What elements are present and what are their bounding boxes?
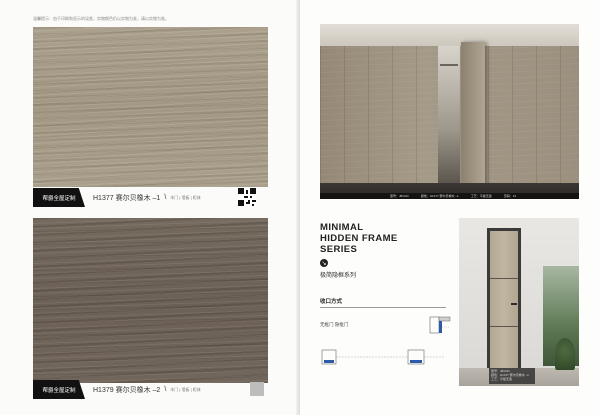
- series-title: MINIMAL HIDDEN FRAME SERIES: [320, 222, 398, 255]
- door-groove: [490, 326, 518, 327]
- photo-caption-bar: 型号：JB-K01 颜色：H1377 赛尔贝橡木 –1 工艺：平板无造 页码：1…: [320, 193, 579, 199]
- divider-slash: \: [164, 386, 167, 393]
- color-disclaimer-note: 温馨提示：由于印刷和显示的误差，实物颜色仍以实物为准，请以实物为准。: [33, 16, 169, 21]
- wood-door-panel: [490, 231, 518, 370]
- brand-tag: 帮爵全屋定制: [33, 380, 85, 399]
- door-showroom-photo: 型号：JB-K01 颜色：H1377 赛尔贝橡木 –1 工艺：平板无造: [459, 218, 579, 386]
- potted-plant: [555, 338, 575, 370]
- right-page: 型号：JB-K01 颜色：H1377 赛尔贝橡木 –1 工艺：平板无造 页码：1…: [300, 0, 600, 415]
- swatch-code: H1377 赛尔贝橡木 –1: [93, 194, 161, 202]
- swatch-usage-tags: 木门 | 墙板 | 柜体: [170, 386, 201, 392]
- brand-tag: 帮爵全屋定制: [33, 188, 85, 207]
- swatch-code: H1379 赛尔贝橡木 –2: [93, 386, 161, 394]
- qr-code-icon: [238, 188, 256, 206]
- caption-process: 工艺：平板无造: [470, 194, 492, 198]
- closet-opening: [438, 46, 460, 185]
- series-subtitle: 极简隐框系列: [320, 273, 357, 279]
- hidden-door-room-photo: 型号：JB-K01 颜色：H1377 赛尔贝橡木 –1 工艺：平板无造 页码：1…: [320, 24, 579, 199]
- spec-line: 工艺：平板无造: [491, 377, 513, 381]
- series-mark-icon: ↘: [320, 259, 328, 267]
- door-plan-diagram-icon: [321, 349, 444, 365]
- door-type-label: 无框门 隐框门: [320, 322, 349, 327]
- swatch-label-bar-2: 帮爵全屋定制 H1379 赛尔贝橡木 –2 \ 木门 | 墙板 | 柜体: [33, 380, 268, 399]
- wood-swatch-h1377: [33, 27, 268, 187]
- swatch-label-bar-1: 帮爵全屋定制 H1377 赛尔贝橡木 –1 \ 木门 | 墙板 | 柜体: [33, 188, 268, 207]
- gray-color-chip: [250, 382, 264, 396]
- door-spec-box: 型号：JB-K01 颜色：H1377 赛尔贝橡木 –1 工艺：平板无造: [489, 368, 535, 384]
- caption-model: 型号：JB-K01: [390, 194, 409, 198]
- title-line: MINIMAL: [320, 222, 364, 233]
- frame-section-diagram-icon: [429, 316, 451, 334]
- closet-shelf: [440, 64, 458, 66]
- caption-page: 页码：14: [503, 194, 517, 198]
- caption-color: 颜色：H1377 赛尔贝橡木 –1: [420, 194, 459, 198]
- section-divider: [320, 307, 446, 308]
- divider-slash: \: [164, 194, 167, 201]
- door-handle: [511, 303, 517, 305]
- section-title: 收口方式: [320, 299, 343, 305]
- ceiling: [320, 24, 579, 46]
- door-groove: [490, 278, 518, 279]
- wood-swatch-h1379: [33, 218, 268, 383]
- left-page: 温馨提示：由于印刷和显示的误差，实物颜色仍以实物为准，请以实物为准。 帮爵全屋定…: [0, 0, 300, 415]
- title-line: HIDDEN FRAME: [320, 233, 398, 244]
- open-hidden-door: [461, 42, 485, 188]
- title-line: SERIES: [320, 244, 358, 255]
- swatch-usage-tags: 木门 | 墙板 | 柜体: [170, 194, 201, 200]
